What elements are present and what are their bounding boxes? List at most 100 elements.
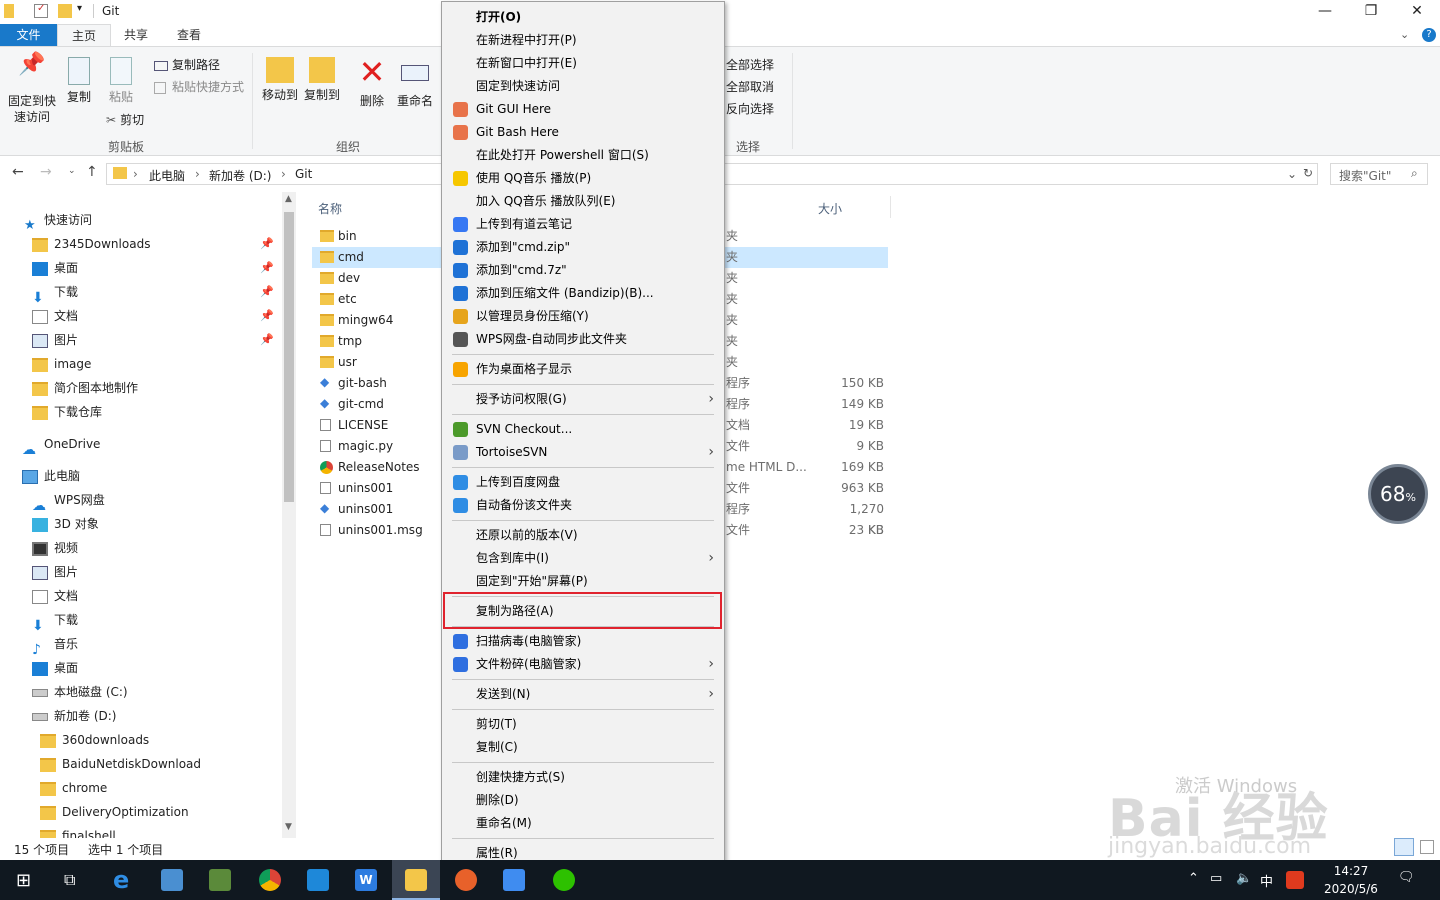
select-all-button[interactable]: 全部选择 bbox=[726, 56, 774, 74]
help-icon[interactable]: ? bbox=[1422, 28, 1436, 42]
menu-item[interactable]: 删除(D) bbox=[442, 789, 724, 812]
nav-item-intro-images[interactable]: 简介图本地制作 bbox=[32, 376, 280, 400]
menu-item[interactable]: 在新进程中打开(P) bbox=[442, 29, 724, 52]
nav-quick-access[interactable]: ★ 快速访问 bbox=[24, 208, 304, 233]
refresh-icon[interactable]: ↻ bbox=[1303, 166, 1313, 180]
nav-item-documents-pc[interactable]: 文档 bbox=[32, 584, 280, 608]
taskbar-remote-desktop[interactable] bbox=[196, 860, 244, 900]
nav-item-desktop-pc[interactable]: 桌面 bbox=[32, 656, 280, 680]
crumb-git[interactable]: Git bbox=[295, 167, 312, 181]
nav-this-pc[interactable]: 此电脑 bbox=[22, 464, 302, 488]
properties-icon[interactable]: ✓ bbox=[34, 3, 48, 18]
menu-item[interactable]: 自动备份该文件夹 bbox=[442, 494, 724, 517]
taskbar-vscode[interactable] bbox=[294, 860, 342, 900]
maximize-button[interactable]: ❐ bbox=[1348, 0, 1394, 24]
crumb-drive-d[interactable]: 新加卷 (D:) bbox=[209, 167, 271, 184]
nav-item-wps[interactable]: ☁ WPS网盘 bbox=[32, 488, 280, 514]
nav-item-music[interactable]: ♪ 音乐 bbox=[32, 632, 280, 658]
nav-item-drive-d[interactable]: 新加卷 (D:) bbox=[32, 704, 280, 728]
forward-button[interactable]: → bbox=[40, 164, 52, 180]
menu-item[interactable]: 在此处打开 Powershell 窗口(S) bbox=[442, 144, 724, 167]
nav-item-pictures[interactable]: 图片 📌 bbox=[32, 328, 280, 352]
taskbar-file-explorer[interactable] bbox=[392, 860, 440, 900]
clock[interactable]: 14:27 2020/5/6 bbox=[1318, 862, 1384, 898]
taskbar-edge[interactable]: e bbox=[100, 860, 148, 900]
recent-locations-icon[interactable]: ⌄ bbox=[68, 166, 76, 176]
paste-shortcut-button[interactable]: 粘贴快捷方式 bbox=[154, 78, 244, 96]
close-button[interactable]: ✕ bbox=[1394, 0, 1440, 24]
nav-item-deliveryoptimization[interactable]: DeliveryOptimization bbox=[40, 800, 280, 824]
menu-item[interactable]: 剪切(T) bbox=[442, 713, 724, 736]
menu-item[interactable]: 还原以前的版本(V) bbox=[442, 524, 724, 547]
menu-item[interactable]: 作为桌面格子显示 bbox=[442, 358, 724, 381]
sogou-icon[interactable] bbox=[1286, 871, 1304, 889]
copy-button[interactable]: 复制 bbox=[62, 57, 96, 105]
scrollbar-thumb[interactable] bbox=[284, 212, 294, 502]
column-header-name[interactable]: 名称 bbox=[318, 200, 342, 217]
nav-item-drive-c[interactable]: 本地磁盘 (C:) bbox=[32, 680, 280, 704]
address-dropdown-icon[interactable]: ⌄ bbox=[1287, 167, 1297, 181]
nav-item-download-repo[interactable]: 下载仓库 bbox=[32, 400, 280, 424]
menu-item[interactable]: 授予访问权限(G) › bbox=[442, 388, 724, 411]
nav-item-finalshell[interactable]: finalshell bbox=[40, 824, 280, 838]
taskbar-network-tool[interactable] bbox=[148, 860, 196, 900]
select-none-button[interactable]: 全部取消 bbox=[726, 78, 774, 96]
large-icons-view-icon[interactable] bbox=[1420, 840, 1434, 854]
taskbar-wechat[interactable] bbox=[540, 860, 588, 900]
nav-item-2345downloads[interactable]: 2345Downloads 📌 bbox=[32, 232, 280, 256]
menu-item[interactable]: 文件粉碎(电脑管家) › bbox=[442, 653, 724, 676]
nav-item-videos[interactable]: 视频 bbox=[32, 536, 280, 560]
taskbar-chrome[interactable] bbox=[246, 860, 294, 900]
volume-icon[interactable]: 🔈 bbox=[1236, 871, 1252, 886]
pin-quick-access-button[interactable]: 📌 固定到快 速访问 bbox=[6, 54, 58, 125]
column-header-size[interactable]: 大小 bbox=[818, 200, 842, 217]
nav-item-chrome[interactable]: chrome bbox=[40, 776, 280, 800]
taskbar-notes[interactable] bbox=[490, 860, 538, 900]
menu-item[interactable]: 固定到快速访问 bbox=[442, 75, 724, 98]
invert-selection-button[interactable]: 反向选择 bbox=[726, 100, 774, 118]
menu-item[interactable]: SVN Checkout... bbox=[442, 418, 724, 441]
up-button[interactable]: ↑ bbox=[86, 164, 98, 180]
nav-item-360downloads[interactable]: 360downloads bbox=[40, 728, 280, 752]
menu-item[interactable]: 上传到百度网盘 bbox=[442, 471, 724, 494]
nav-item-documents[interactable]: 文档 📌 bbox=[32, 304, 280, 328]
scroll-up-icon[interactable]: ▲ bbox=[285, 194, 292, 204]
nav-scrollbar[interactable]: ▲ ▼ bbox=[282, 192, 296, 838]
menu-item[interactable]: 包含到库中(I) › bbox=[442, 547, 724, 570]
notifications-icon[interactable]: 🗨 bbox=[1398, 870, 1415, 885]
menu-item[interactable]: TortoiseSVN › bbox=[442, 441, 724, 464]
search-input[interactable]: 搜索"Git" ⌕ bbox=[1330, 163, 1428, 185]
scroll-down-icon[interactable]: ▼ bbox=[285, 822, 292, 832]
menu-item[interactable]: 创建快捷方式(S) bbox=[442, 766, 724, 789]
cut-button[interactable]: ✂ 剪切 bbox=[106, 111, 144, 129]
menu-item[interactable]: Git Bash Here bbox=[442, 121, 724, 144]
nav-item-image[interactable]: image bbox=[32, 352, 280, 376]
menu-item[interactable]: 添加到"cmd.zip" bbox=[442, 236, 724, 259]
tray-expand-icon[interactable]: ⌃ bbox=[1188, 871, 1199, 886]
nav-item-baidunetdisk[interactable]: BaiduNetdiskDownload bbox=[40, 752, 280, 776]
delete-button[interactable]: ✕ 删除 bbox=[354, 56, 390, 109]
taskbar-wps[interactable]: W bbox=[342, 860, 390, 900]
start-button[interactable]: ⊞ bbox=[0, 860, 48, 900]
menu-item[interactable]: 使用 QQ音乐 播放(P) bbox=[442, 167, 724, 190]
nav-item-desktop[interactable]: 桌面 📌 bbox=[32, 256, 280, 280]
menu-item[interactable]: 在新窗口中打开(E) bbox=[442, 52, 724, 75]
paste-button[interactable]: 粘贴 bbox=[104, 57, 138, 105]
details-view-icon[interactable] bbox=[1394, 838, 1414, 856]
copy-to-button[interactable]: 复制到 bbox=[302, 57, 342, 103]
menu-item[interactable]: Git GUI Here bbox=[442, 98, 724, 121]
menu-item[interactable]: 上传到有道云笔记 bbox=[442, 213, 724, 236]
crumb-this-pc[interactable]: 此电脑 bbox=[149, 167, 185, 184]
menu-item[interactable]: 加入 QQ音乐 播放队列(E) bbox=[442, 190, 724, 213]
copy-path-button[interactable]: 复制路径 bbox=[154, 56, 220, 74]
menu-item[interactable]: 以管理员身份压缩(Y) bbox=[442, 305, 724, 328]
nav-onedrive[interactable]: ☁ OneDrive bbox=[22, 432, 302, 458]
task-view-button[interactable]: ⧉ bbox=[48, 860, 96, 900]
nav-item-downloads[interactable]: ⬇ 下载 📌 bbox=[32, 280, 280, 306]
network-tray-icon[interactable]: ▭ bbox=[1210, 871, 1222, 886]
nav-item-downloads-pc[interactable]: ⬇ 下载 bbox=[32, 608, 280, 634]
menu-item[interactable]: 打开(O) bbox=[442, 6, 724, 29]
menu-item[interactable]: 扫描病毒(电脑管家) bbox=[442, 630, 724, 653]
taskbar-firefox[interactable] bbox=[442, 860, 490, 900]
tab-file[interactable]: 文件 bbox=[0, 24, 57, 46]
